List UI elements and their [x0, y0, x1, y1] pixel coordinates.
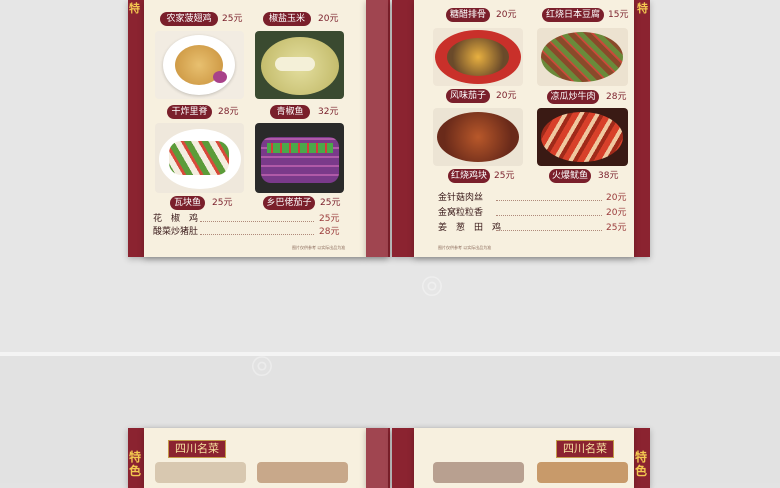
left-page-spine [366, 0, 388, 257]
dish-tag: 农家菠翅鸡 [160, 12, 218, 26]
dish-price: 25元 [320, 198, 341, 208]
left-page-spine [366, 428, 388, 488]
menu-list-item: 酸菜炒猪肚 [153, 227, 199, 237]
list-price: 25元 [319, 214, 340, 224]
dish-photo [155, 31, 244, 99]
dish-tag: 火爆鱿鱼 [549, 169, 591, 183]
dish-price: 32元 [318, 107, 339, 117]
menu-list-item: 金窝粒粒香 [438, 208, 484, 218]
section-badge: 四川名菜 [168, 440, 226, 458]
dish-price: 20元 [496, 91, 517, 101]
dish-price: 28元 [218, 107, 239, 117]
leader-dots [496, 200, 602, 201]
dish-price: 25元 [212, 198, 233, 208]
dish-price: 28元 [606, 92, 627, 102]
dish-tag: 凉瓜炒牛肉 [547, 90, 599, 104]
footer-note: 图片仅供参考 以实际出品为准 [292, 245, 346, 250]
dish-photo [433, 462, 524, 483]
list-price: 28元 [319, 227, 340, 237]
dish-photo [155, 462, 246, 483]
dish-tag: 糖醋排骨 [446, 8, 490, 22]
dish-tag: 椒盐玉米 [263, 12, 311, 26]
list-price: 25元 [606, 223, 627, 233]
dish-photo [537, 28, 628, 86]
dish-photo [155, 123, 244, 193]
dish-tag: 红烧鸡块 [448, 169, 490, 183]
dish-tag: 干炸里脊 [167, 105, 212, 119]
dish-photo [257, 462, 348, 483]
dish-tag: 乡巴佬茄子 [263, 196, 315, 210]
menu-list-item: 花 椒 鸡 [153, 214, 199, 224]
list-price: 20元 [606, 193, 627, 203]
dish-photo [537, 462, 628, 483]
side-ornament-right: 特 [637, 2, 648, 15]
leader-dots [496, 230, 602, 231]
menu-list-item: 姜 葱 田 鸡 [438, 223, 502, 233]
side-text: 特色 [129, 450, 142, 478]
leader-dots [200, 234, 314, 235]
dish-tag: 红烧日本豆腐 [542, 8, 604, 22]
dish-tag: 瓦块鱼 [170, 196, 205, 210]
dish-price: 20元 [496, 10, 517, 20]
dish-price: 25元 [222, 14, 243, 24]
list-price: 20元 [606, 208, 627, 218]
dish-photo [433, 108, 523, 166]
side-ornament: 特 [129, 2, 140, 15]
menu-list-item: 金针菇肉丝 [438, 193, 484, 203]
dish-photo [537, 108, 628, 166]
dish-price: 20元 [318, 14, 339, 24]
leader-dots [200, 221, 314, 222]
top-background [0, 0, 780, 352]
leader-dots [496, 215, 602, 216]
section-badge: 四川名菜 [556, 440, 614, 458]
dish-price: 15元 [608, 10, 629, 20]
dish-price: 38元 [598, 171, 619, 181]
dish-photo [433, 28, 523, 86]
dish-photo [255, 123, 344, 193]
dish-tag: 风味茄子 [446, 89, 490, 103]
bottom-background [0, 356, 780, 483]
dish-tag: 青椒鱼 [270, 105, 310, 119]
dish-price: 25元 [494, 171, 515, 181]
side-text: 特色 [635, 450, 648, 478]
footer-note: 图片仅供参考 以实际出品为准 [438, 245, 492, 250]
dish-photo [255, 31, 344, 99]
